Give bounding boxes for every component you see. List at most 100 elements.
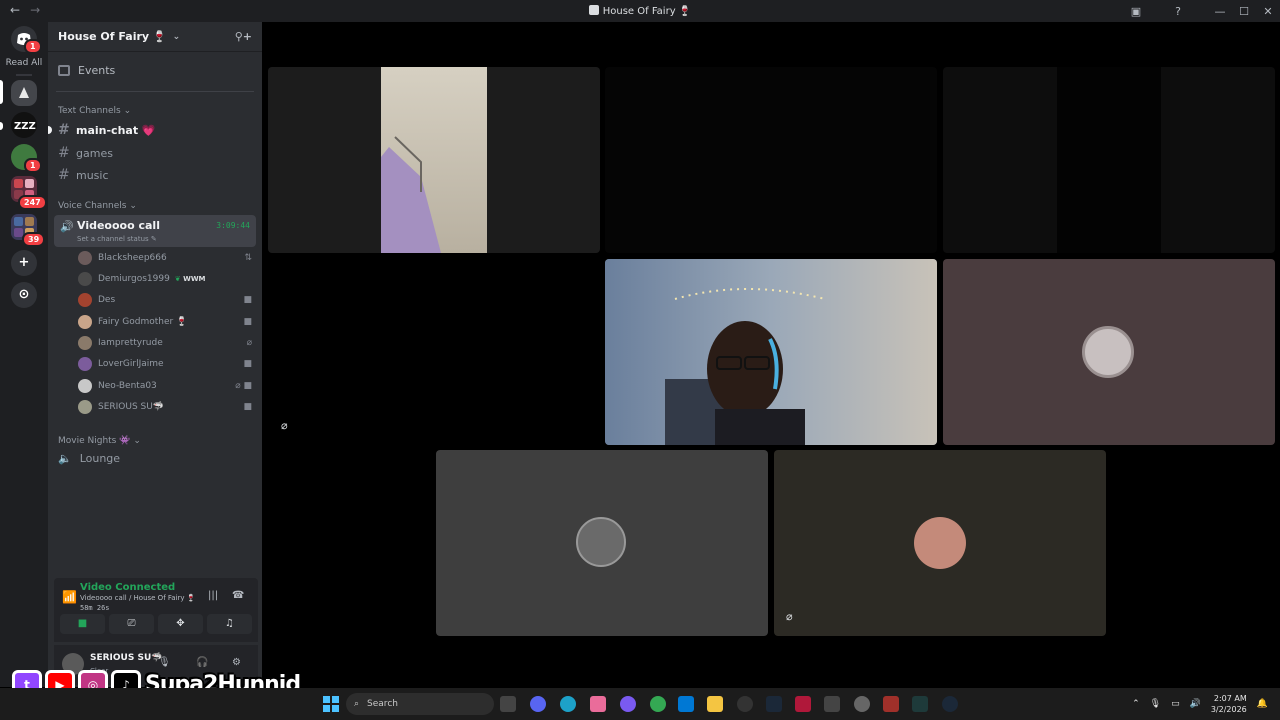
video-tile[interactable]: ⌀ — [774, 450, 1106, 636]
channel-label: Lounge — [79, 452, 121, 465]
channel-games[interactable]: # games — [58, 143, 258, 163]
maximize-button[interactable]: ☐ — [1232, 5, 1256, 18]
clock[interactable]: 2:07 AM 3/2/2026 — [1211, 693, 1247, 715]
minimize-button[interactable]: — — [1208, 5, 1232, 18]
category-voice-channels[interactable]: Voice Channels ⌄ — [58, 201, 137, 211]
terminal-icon[interactable] — [912, 696, 928, 712]
notification-bell-icon[interactable]: 🔔 — [1257, 699, 1268, 709]
signal-icon[interactable]: 📶 — [62, 590, 77, 604]
close-button[interactable]: ✕ — [1256, 5, 1280, 18]
set-channel-status[interactable]: Set a channel status ✎ — [77, 235, 157, 243]
voice-status[interactable]: Video Connected — [80, 582, 175, 593]
video-tile-speaking[interactable] — [605, 259, 937, 445]
speaker-icon: 🔈 — [58, 452, 72, 465]
soundboard-button[interactable]: ♫ — [207, 614, 252, 634]
chevron-up-icon[interactable]: ⌃ — [1132, 699, 1140, 709]
discord-ptb-icon[interactable] — [620, 696, 636, 712]
read-all-button[interactable]: Read All — [0, 58, 48, 68]
video-tile[interactable] — [268, 67, 600, 253]
home-badge: 1 — [24, 39, 42, 54]
camera-button[interactable]: ■ — [60, 614, 105, 634]
voice-action-buttons: ■ ⎚ ✥ ♫ — [54, 614, 258, 638]
svg-text:ZZZ: ZZZ — [14, 121, 36, 132]
chevron-down-icon: ⌄ — [172, 31, 181, 42]
avatar — [914, 517, 966, 569]
voice-member[interactable]: Demiurgos1999 ❦ WWM — [78, 269, 256, 289]
window-controls: ▣ ? — ☐ ✕ — [1124, 0, 1280, 22]
events-item[interactable]: Events — [58, 64, 115, 77]
chrome-icon[interactable] — [650, 696, 666, 712]
channel-music[interactable]: # music — [58, 165, 258, 185]
mic-muted-camera-icon: ⌀ ■ — [235, 381, 252, 391]
channel-main-chat[interactable]: # main-chat 💗 — [48, 120, 258, 140]
unread-pill — [0, 122, 3, 130]
voice-member[interactable]: Blacksheep666 ⇅ — [78, 248, 256, 268]
copilot-icon[interactable] — [590, 696, 606, 712]
voice-channel-videoooo-call[interactable]: 🔊 Videoooo call 3:09:44 Set a channel st… — [54, 215, 256, 247]
server-house-of-fairy[interactable] — [11, 80, 37, 106]
winrar-icon[interactable] — [883, 696, 899, 712]
window-title-text: House Of Fairy 🍷 — [602, 6, 692, 17]
member-name: Blacksheep666 — [98, 253, 167, 263]
video-tile[interactable] — [605, 67, 937, 253]
microphone-icon[interactable]: 🎙 — [158, 657, 171, 668]
leaf-icon: ❦ — [174, 275, 181, 283]
voice-member[interactable]: SERIOUS SU🦈 ■ — [78, 397, 256, 417]
video-tile[interactable] — [943, 67, 1275, 253]
noise-suppression-icon[interactable]: ||| — [208, 590, 218, 601]
store-icon[interactable] — [678, 696, 694, 712]
adobe-icon[interactable] — [795, 696, 811, 712]
voice-member[interactable]: Fairy Godmother 🍷 ■ — [78, 312, 256, 332]
volume-icon[interactable]: 🔊 — [1190, 699, 1201, 709]
inbox-icon[interactable]: ▣ — [1124, 5, 1148, 18]
avatar — [78, 293, 92, 307]
headphones-icon[interactable]: 🎧 — [196, 657, 208, 668]
voice-member[interactable]: Des ■ — [78, 290, 256, 310]
video-tile[interactable] — [436, 450, 768, 636]
invite-people-icon[interactable]: ⚲+ — [235, 30, 252, 43]
file-explorer-icon[interactable] — [707, 696, 723, 712]
edge-icon[interactable] — [560, 696, 576, 712]
mic-muted-icon: ⌀ — [786, 610, 793, 623]
activities-button[interactable]: ✥ — [158, 614, 203, 634]
guild-header[interactable]: House Of Fairy 🍷 ⌄ ⚲+ — [48, 22, 262, 52]
compass-icon: ⊙ — [18, 287, 30, 302]
gear-icon[interactable]: ⚙ — [232, 657, 241, 668]
unread-indicator — [48, 126, 52, 134]
chevron-down-icon: ⌄ — [133, 436, 141, 446]
server-4-badge: 247 — [18, 195, 47, 210]
windows-start-icon[interactable] — [323, 696, 339, 712]
screen-share-button[interactable]: ⎚ — [109, 614, 154, 634]
server-2[interactable]: ZZZ — [11, 112, 37, 138]
discover-button[interactable]: ⊙ — [11, 282, 37, 308]
discord-taskbar-icon[interactable] — [530, 696, 546, 712]
network-icon[interactable]: ▭ — [1171, 699, 1180, 709]
task-view-icon[interactable] — [500, 696, 516, 712]
microphone-icon[interactable]: 🎙 — [1150, 699, 1161, 709]
video-tile[interactable] — [943, 259, 1275, 445]
help-icon[interactable]: ? — [1166, 5, 1190, 18]
add-server-button[interactable]: + — [11, 250, 37, 276]
category-movie-nights[interactable]: Movie Nights 👾 ⌄ — [58, 436, 141, 446]
channel-label: music — [76, 168, 109, 182]
obs-icon[interactable] — [737, 696, 753, 712]
steam-icon[interactable] — [766, 696, 782, 712]
member-name: Iamprettyrude — [98, 338, 163, 348]
category-text-channels[interactable]: Text Channels ⌄ — [58, 106, 131, 116]
discord-app-icon — [588, 5, 599, 15]
notepad-icon[interactable] — [824, 696, 840, 712]
active-server-pill — [0, 80, 3, 104]
steam-icon-2[interactable] — [942, 696, 958, 712]
voice-channel-lounge[interactable]: 🔈 Lounge — [58, 452, 120, 465]
voice-member[interactable]: Neo-Benta03 ⌀ ■ — [78, 376, 256, 396]
voice-member[interactable]: LoverGirlJaime ■ — [78, 354, 256, 374]
disconnect-icon[interactable]: ☎ — [232, 590, 244, 601]
soundboard-icon: ♫ — [225, 618, 234, 629]
voice-location[interactable]: Videoooo call / House Of Fairy 🍷 — [80, 594, 195, 602]
voice-member[interactable]: Iamprettyrude ⌀ — [78, 333, 256, 353]
taskbar-search[interactable]: ⌕ Search — [346, 693, 494, 715]
guild-name: House Of Fairy 🍷 — [58, 30, 167, 43]
settings-icon[interactable] — [854, 696, 870, 712]
clock-date: 3/2/2026 — [1210, 705, 1247, 714]
voice-elapsed: 58m 26s — [80, 604, 110, 612]
